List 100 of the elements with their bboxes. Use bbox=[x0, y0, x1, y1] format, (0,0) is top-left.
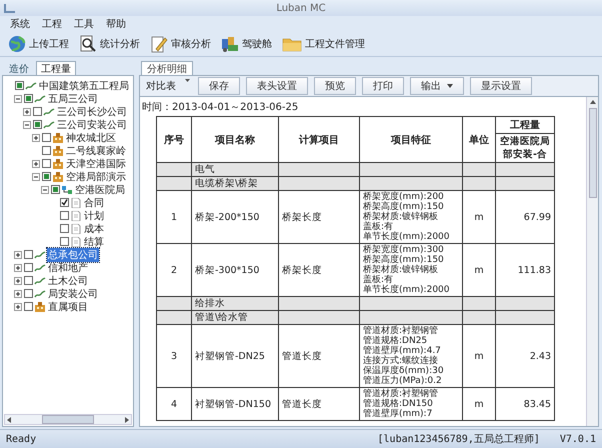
tree-checkbox[interactable] bbox=[42, 146, 51, 155]
toolbar-button[interactable]: 表头设置 bbox=[246, 77, 308, 95]
status-message: Ready bbox=[6, 434, 36, 444]
tree-item[interactable]: 土木公司 bbox=[47, 274, 89, 288]
up-arrow-icon[interactable] bbox=[590, 100, 596, 104]
expand-icon[interactable] bbox=[32, 160, 40, 168]
tree-checkbox[interactable] bbox=[24, 276, 33, 285]
tree-checkbox[interactable] bbox=[24, 250, 33, 259]
tree-checkbox[interactable] bbox=[24, 263, 33, 272]
menu-item[interactable]: 工程 bbox=[38, 17, 66, 31]
org-icon bbox=[34, 276, 46, 286]
expand-icon[interactable] bbox=[14, 302, 22, 310]
globe-icon bbox=[8, 35, 26, 53]
table-cell: 管道长度 bbox=[278, 324, 360, 388]
tree-item[interactable]: 结算 bbox=[83, 234, 105, 248]
toolbar-button[interactable]: 打印 bbox=[362, 77, 404, 95]
menu-item[interactable]: 工具 bbox=[70, 17, 98, 31]
menu-item[interactable]: 帮助 bbox=[102, 17, 130, 31]
tree-item[interactable]: 合同 bbox=[83, 196, 105, 210]
table-cell: 桥架长度 bbox=[278, 190, 360, 244]
tree-checkbox[interactable] bbox=[24, 94, 33, 103]
document-icon bbox=[70, 210, 82, 220]
tree-checkbox[interactable] bbox=[60, 237, 69, 246]
tree-item[interactable]: 五局三公司 bbox=[47, 92, 99, 106]
tree-item[interactable]: 三公司安装公司 bbox=[56, 118, 128, 132]
window-title: Luban MC bbox=[276, 2, 326, 14]
table-cell: 管道\给水管 bbox=[192, 310, 278, 324]
table-cell: 电气 bbox=[192, 162, 278, 176]
tree-item[interactable]: 计划 bbox=[83, 208, 105, 222]
expand-icon[interactable] bbox=[23, 108, 31, 116]
collapse-icon[interactable] bbox=[14, 94, 22, 102]
expand-icon[interactable] bbox=[32, 134, 40, 142]
tree-checkbox[interactable] bbox=[60, 224, 69, 233]
table-cell: m bbox=[462, 388, 496, 420]
panel-tab[interactable]: 造价 bbox=[4, 61, 34, 75]
toolbar-button[interactable]: 统计分析 bbox=[77, 34, 142, 54]
toolbar-button[interactable]: 审核分析 bbox=[148, 34, 213, 54]
scrollbar-thumb[interactable] bbox=[588, 108, 596, 198]
network-icon bbox=[61, 184, 73, 194]
expand-icon[interactable] bbox=[14, 250, 22, 258]
dashboard-icon bbox=[221, 35, 239, 53]
tree-item[interactable]: 天津空港国际 bbox=[65, 156, 127, 170]
collapse-icon[interactable] bbox=[23, 120, 31, 128]
tree-item[interactable]: 总承包公司 bbox=[47, 248, 99, 262]
view-dropdown[interactable]: 对比表 bbox=[144, 79, 192, 93]
table-cell: m bbox=[462, 190, 496, 244]
tree-item[interactable]: 中国建筑第五工程局 bbox=[38, 78, 130, 92]
tree-item[interactable]: 二号线襄家岭 bbox=[65, 144, 127, 158]
building-icon bbox=[52, 172, 64, 182]
building-icon bbox=[52, 146, 64, 156]
tree-checkbox[interactable] bbox=[51, 185, 60, 194]
tree-checkbox[interactable] bbox=[33, 107, 42, 116]
table-cell: 83.45 bbox=[496, 388, 554, 420]
user-info: [luban123456789,五局总工程师] bbox=[378, 432, 540, 446]
tree-item[interactable]: 信和地产 bbox=[47, 260, 89, 274]
tree-item[interactable]: 三公司长沙公司 bbox=[56, 104, 128, 118]
dropdown-button[interactable]: 输出 bbox=[410, 77, 464, 95]
tree-item[interactable]: 空港局部演示 bbox=[65, 170, 127, 184]
table-cell: 管道材质:衬塑钢管 管道规格:DN150 管道壁厚(mm):7 bbox=[360, 388, 462, 420]
table-cell: 67.99 bbox=[496, 190, 554, 244]
tree-checkbox[interactable] bbox=[15, 81, 24, 90]
tree-checkbox[interactable] bbox=[60, 198, 69, 207]
table-cell: 管道材质:衬塑钢管 管道规格:DN25 管道壁厚(mm):4.7 连接方式:螺纹连接 保温厚度δ(mm):30 管道压力(MPa):0.2 bbox=[360, 324, 462, 388]
scrollbar-thumb[interactable] bbox=[42, 415, 94, 424]
version-label: V7.0.1 bbox=[560, 434, 596, 444]
toolbar-button[interactable]: 保存 bbox=[198, 77, 240, 95]
table-cell: 电缆桥架\桥架 bbox=[192, 176, 278, 190]
org-icon bbox=[43, 106, 55, 116]
tree-item[interactable]: 直属项目 bbox=[47, 300, 89, 314]
tree-checkbox[interactable] bbox=[24, 289, 33, 298]
menu-item[interactable]: 系统 bbox=[6, 17, 34, 31]
toolbar-button[interactable]: 驾驶舱 bbox=[219, 34, 274, 54]
report-tab[interactable]: 分析明细 bbox=[141, 61, 193, 75]
tree-item[interactable]: 成本 bbox=[83, 222, 105, 236]
expand-icon[interactable] bbox=[14, 264, 22, 272]
tree-item[interactable]: 空港医院局 bbox=[74, 182, 126, 196]
org-icon bbox=[25, 80, 37, 90]
collapse-icon[interactable] bbox=[32, 172, 40, 180]
tree-item[interactable]: 局安装公司 bbox=[47, 286, 99, 300]
toolbar-button[interactable]: 显示设置 bbox=[470, 77, 532, 95]
org-icon bbox=[34, 288, 46, 298]
panel-tab[interactable]: 工程量 bbox=[36, 61, 76, 75]
toolbar-button[interactable]: 上传工程 bbox=[6, 34, 71, 54]
collapse-icon[interactable] bbox=[41, 186, 49, 194]
tree-checkbox[interactable] bbox=[42, 159, 51, 168]
tree-item[interactable]: 神农城北区 bbox=[65, 130, 117, 144]
expand-icon[interactable] bbox=[14, 276, 22, 284]
toolbar-button[interactable]: 预览 bbox=[314, 77, 356, 95]
right-arrow-icon[interactable] bbox=[124, 416, 129, 422]
tree-checkbox[interactable] bbox=[60, 211, 69, 220]
tree-checkbox[interactable] bbox=[33, 120, 42, 129]
tree-checkbox[interactable] bbox=[42, 172, 51, 181]
expand-icon[interactable] bbox=[14, 290, 22, 298]
toolbar-button[interactable]: 工程文件管理 bbox=[280, 34, 367, 54]
tree-checkbox[interactable] bbox=[24, 302, 33, 311]
table-cell: 衬塑钢管-DN25 bbox=[192, 324, 278, 388]
tree-checkbox[interactable] bbox=[42, 133, 51, 142]
caret-icon bbox=[185, 79, 190, 82]
document-icon bbox=[70, 236, 82, 246]
left-arrow-icon[interactable] bbox=[7, 416, 12, 422]
